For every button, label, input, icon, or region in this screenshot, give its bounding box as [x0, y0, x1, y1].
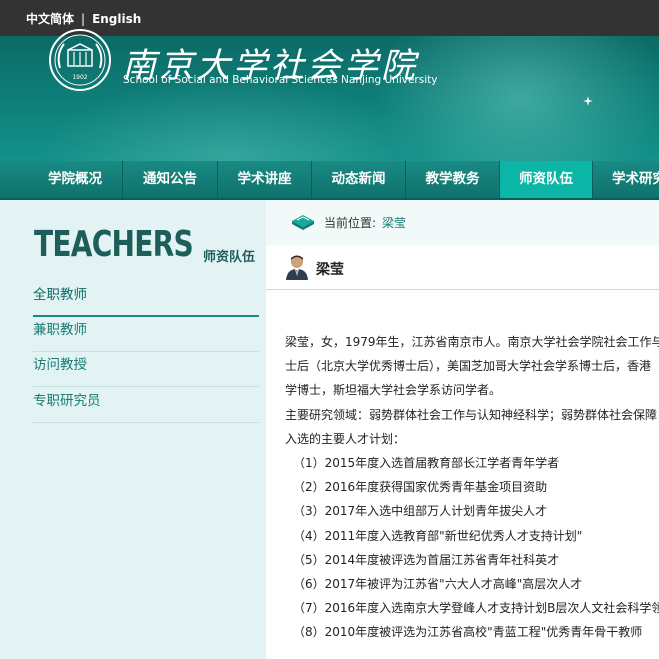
sparkle-icon	[583, 96, 593, 106]
language-switcher: 中文简体 | English	[26, 10, 141, 27]
list-item: （5）2014年度被评选为首届江苏省青年社科英才	[293, 552, 560, 567]
nav-item-notices[interactable]: 通知公告	[123, 161, 217, 198]
nav-item-research[interactable]: 学术研究	[593, 161, 659, 198]
nav-item-about[interactable]: 学院概况	[28, 161, 122, 198]
lang-separator: |	[81, 12, 86, 26]
list-item: （8）2010年度被评选为江苏省高校"青蓝工程"优秀青年骨干教师	[293, 625, 643, 640]
breadcrumb-current[interactable]: 梁莹	[382, 216, 406, 230]
list-item: （6）2017年被评为江苏省"六大人才高峰"高层次人才	[293, 576, 583, 591]
main-nav: 学院概况 通知公告 学术讲座 动态新闻 教学教务 师资队伍 学术研究	[0, 161, 659, 200]
article-line: 主要研究领域：弱势群体社会工作与认知神经科学；弱势群体社会保障	[285, 407, 658, 422]
article-content: 梁莹，女，1979年生，江苏省南京市人。南京大学社会学院社会工作与 士后（北京大…	[285, 330, 659, 659]
article-line: 学博士，斯坦福大学社会学系访问学者。	[285, 383, 502, 398]
avatar	[286, 255, 308, 280]
emblem-year: 1902	[72, 74, 87, 81]
nav-item-news[interactable]: 动态新闻	[312, 161, 405, 198]
university-emblem-icon[interactable]: 1902	[48, 28, 112, 92]
nav-item-lectures[interactable]: 学术讲座	[218, 161, 311, 198]
sidebar-item-researcher[interactable]: 专职研究员	[33, 389, 259, 423]
sidebar-item-fulltime[interactable]: 全职教师	[33, 283, 259, 317]
lang-chinese-link[interactable]: 中文简体	[26, 12, 74, 26]
sidebar-subheading: 师资队伍	[203, 250, 256, 265]
list-item: （4）2011年度入选教育部"新世纪优秀人才支持计划"	[293, 528, 583, 543]
location-icon	[292, 215, 314, 230]
article-line: 入选的主要人才计划：	[285, 431, 406, 446]
breadcrumb: 当前位置: 梁莹	[324, 214, 406, 231]
article-line: 士后（北京大学优秀博士后），美国芝加哥大学社会学系博士后，香港	[285, 359, 652, 374]
article-line: 梁莹，女，1979年生，江苏省南京市人。南京大学社会学院社会工作与	[285, 335, 659, 349]
sidebar	[0, 200, 266, 659]
lang-english-link[interactable]: English	[92, 12, 141, 26]
list-item: （3）2017年入选中组部万人计划青年拔尖人才	[293, 504, 548, 519]
person-name: 梁莹	[316, 262, 344, 278]
list-item: （7）2016年度入选南京大学登峰人才支持计划B层次人文社会科学领域	[293, 601, 659, 616]
sidebar-item-visiting[interactable]: 访问教授	[33, 353, 259, 387]
sidebar-heading: TEACHERS	[34, 224, 194, 265]
list-item: （2）2016年度获得国家优秀青年基金项目资助	[293, 480, 548, 495]
nav-item-teaching[interactable]: 教学教务	[406, 161, 499, 198]
list-item: （1）2015年度入选首届教育部长江学者青年学者	[293, 455, 560, 470]
breadcrumb-prefix: 当前位置:	[324, 216, 377, 230]
nav-item-faculty[interactable]: 师资队伍	[500, 161, 592, 198]
sidebar-item-parttime[interactable]: 兼职教师	[33, 318, 259, 352]
site-title-english: School of Social and Behavioral Sciences…	[123, 74, 438, 86]
